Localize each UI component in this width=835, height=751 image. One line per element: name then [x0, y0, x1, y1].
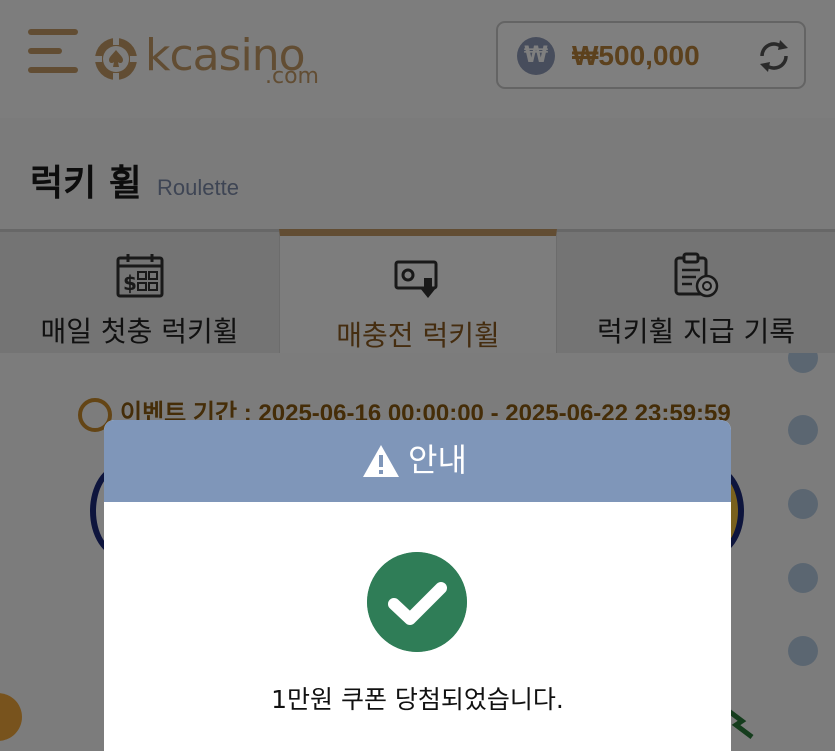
modal-title: 안내: [408, 441, 467, 479]
notice-modal: 안내 1만원 쿠폰 당첨되었습니다.: [104, 420, 731, 751]
warning-icon: [363, 445, 399, 477]
page: kcasino .com ₩ ₩500,000 럭키 휠 Roulette $: [0, 0, 835, 751]
modal-header: 안내: [104, 420, 731, 502]
modal-message: 1만원 쿠폰 당첨되었습니다.: [271, 685, 564, 714]
success-check-icon: [367, 552, 467, 652]
modal-body: 1만원 쿠폰 당첨되었습니다.: [104, 502, 731, 751]
